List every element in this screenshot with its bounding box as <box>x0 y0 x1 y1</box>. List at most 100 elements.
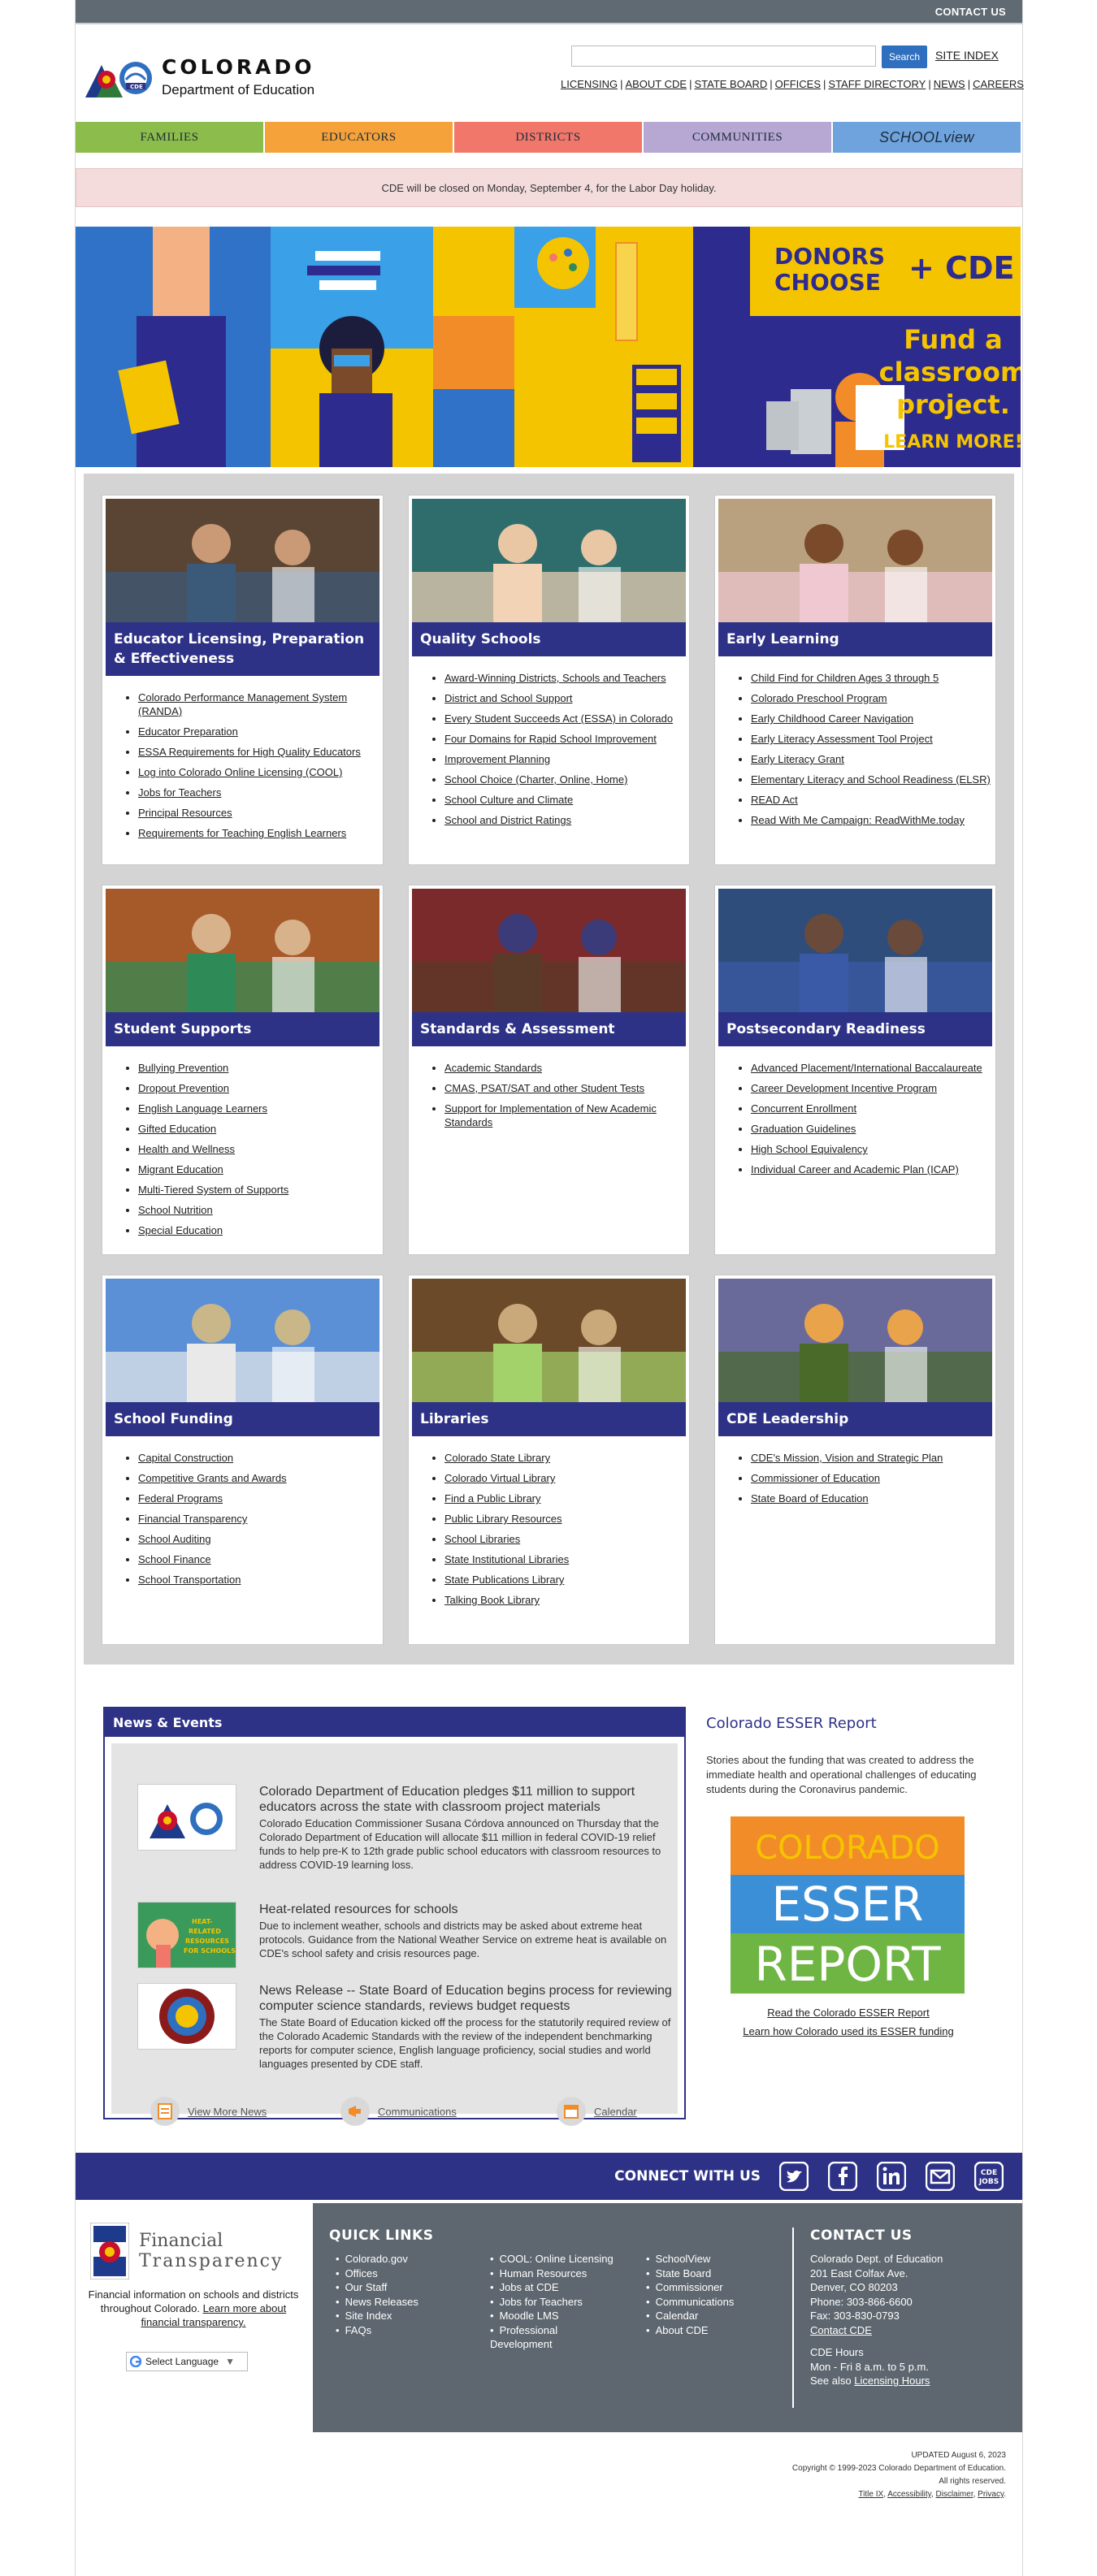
card-link[interactable]: Child Find for Children Ages 3 through 5 <box>751 672 939 684</box>
quick-link[interactable]: Offices <box>336 2266 418 2281</box>
contact-cde-link[interactable]: Contact CDE <box>810 2323 943 2338</box>
quick-link[interactable]: Calendar <box>646 2309 734 2323</box>
privacy-link[interactable]: Privacy <box>978 2490 1004 2499</box>
card-title[interactable]: Student Supports <box>106 1012 379 1046</box>
card-link[interactable]: District and School Support <box>444 692 573 704</box>
card-link[interactable]: Financial Transparency <box>138 1513 247 1525</box>
util-link-careers[interactable]: CAREERS <box>973 78 1024 90</box>
card-link[interactable]: School Transportation <box>138 1574 241 1586</box>
card-photo[interactable] <box>106 889 379 1012</box>
card-title[interactable]: Educator Licensing, Preparation & Effect… <box>106 622 379 676</box>
quick-link[interactable]: Jobs at CDE <box>490 2280 620 2295</box>
card-link[interactable]: Dropout Prevention <box>138 1082 229 1094</box>
card-link[interactable]: READ Act <box>751 794 798 806</box>
card-link[interactable]: Concurrent Enrollment <box>751 1102 856 1115</box>
util-link-staff-directory[interactable]: STAFF DIRECTORY <box>828 78 926 90</box>
card-link[interactable]: School and District Ratings <box>444 814 571 826</box>
twitter-icon[interactable] <box>778 2161 809 2192</box>
card-link[interactable]: Four Domains for Rapid School Improvemen… <box>444 733 657 745</box>
card-photo[interactable] <box>412 889 686 1012</box>
card-link[interactable]: Every Student Succeeds Act (ESSA) in Col… <box>444 712 673 725</box>
card-link[interactable]: Federal Programs <box>138 1492 223 1504</box>
card-link[interactable]: CMAS, PSAT/SAT and other Student Tests <box>444 1082 644 1094</box>
card-link[interactable]: Principal Resources <box>138 807 232 819</box>
news-title[interactable]: News Release -- State Board of Education… <box>259 1983 682 2014</box>
communications-label[interactable]: Communications <box>378 2106 457 2118</box>
financial-transparency-logo[interactable]: Financial Transparency <box>90 2223 283 2279</box>
card-link[interactable]: Bullying Prevention <box>138 1062 228 1074</box>
util-link-state-board[interactable]: STATE BOARD <box>694 78 767 90</box>
calendar-link[interactable]: Calendar <box>557 2097 637 2126</box>
card-link[interactable]: Gifted Education <box>138 1123 216 1135</box>
card-link[interactable]: Requirements for Teaching English Learne… <box>138 827 346 839</box>
card-link[interactable]: Support for Implementation of New Academ… <box>444 1102 657 1128</box>
card-title[interactable]: School Funding <box>106 1402 379 1436</box>
util-link-about[interactable]: ABOUT CDE <box>625 78 687 90</box>
card-link[interactable]: CDE's Mission, Vision and Strategic Plan <box>751 1452 943 1464</box>
card-title[interactable]: CDE Leadership <box>718 1402 992 1436</box>
quick-link[interactable]: FAQs <box>336 2323 418 2338</box>
card-title[interactable]: Quality Schools <box>412 622 686 656</box>
card-link[interactable]: Academic Standards <box>444 1062 542 1074</box>
view-more-news-link[interactable]: View More News <box>150 2097 267 2126</box>
util-link-offices[interactable]: OFFICES <box>775 78 821 90</box>
news-item[interactable]: News Release -- State Board of Education… <box>137 1983 682 2071</box>
quick-link[interactable]: News Releases <box>336 2295 418 2310</box>
card-link[interactable]: Early Childhood Career Navigation <box>751 712 913 725</box>
card-link[interactable]: School Libraries <box>444 1533 520 1545</box>
card-link[interactable]: Talking Book Library <box>444 1594 540 1606</box>
card-link[interactable]: Public Library Resources <box>444 1513 562 1525</box>
card-photo[interactable] <box>412 499 686 622</box>
nav-schoolview[interactable]: SCHOOLview <box>833 122 1022 153</box>
card-title[interactable]: Early Learning <box>718 622 992 656</box>
card-link[interactable]: Competitive Grants and Awards <box>138 1472 287 1484</box>
search-input[interactable] <box>571 45 876 67</box>
card-link[interactable]: School Finance <box>138 1553 211 1565</box>
cde-logo[interactable]: CDE COLORADO Department of Education <box>85 50 315 102</box>
nav-educators[interactable]: EDUCATORS <box>265 122 454 153</box>
card-link[interactable]: English Language Learners <box>138 1102 267 1115</box>
card-photo[interactable] <box>106 499 379 622</box>
accessibility-link[interactable]: Accessibility <box>887 2490 931 2499</box>
contact-us-link[interactable]: CONTACT US <box>935 6 1006 18</box>
card-link[interactable]: Migrant Education <box>138 1163 223 1175</box>
card-photo[interactable] <box>412 1279 686 1402</box>
quick-link[interactable]: Our Staff <box>336 2280 418 2295</box>
quick-link[interactable]: Colorado.gov <box>336 2252 418 2266</box>
card-link[interactable]: Educator Preparation <box>138 725 238 738</box>
news-title[interactable]: Colorado Department of Education pledges… <box>259 1784 682 1815</box>
quick-link[interactable]: Professional Development <box>490 2323 620 2352</box>
card-title[interactable]: Standards & Assessment <box>412 1012 686 1046</box>
card-link[interactable]: State Publications Library <box>444 1574 564 1586</box>
nav-communities[interactable]: COMMUNITIES <box>644 122 833 153</box>
email-icon[interactable] <box>925 2161 956 2192</box>
quick-link[interactable]: Human Resources <box>490 2266 620 2281</box>
news-item[interactable]: HEAT- RELATED RESOURCES FOR SCHOOLS Heat-re… <box>137 1902 682 1968</box>
news-item[interactable]: Colorado Department of Education pledges… <box>137 1784 682 1872</box>
quick-link[interactable]: Communications <box>646 2295 735 2310</box>
card-link[interactable]: Log into Colorado Online Licensing (COOL… <box>138 766 342 778</box>
quick-link[interactable]: About CDE <box>646 2323 734 2338</box>
card-link[interactable]: Health and Wellness <box>138 1143 235 1155</box>
news-title[interactable]: Heat-related resources for schools <box>259 1902 682 1917</box>
card-link[interactable]: Graduation Guidelines <box>751 1123 856 1135</box>
calendar-label[interactable]: Calendar <box>594 2106 637 2118</box>
card-photo[interactable] <box>718 1279 992 1402</box>
card-link[interactable]: School Auditing <box>138 1533 211 1545</box>
card-link[interactable]: Individual Career and Academic Plan (ICA… <box>751 1163 959 1175</box>
nav-districts[interactable]: DISTRICTS <box>454 122 644 153</box>
util-link-licensing[interactable]: LICENSING <box>561 78 618 90</box>
card-title[interactable]: Libraries <box>412 1402 686 1436</box>
site-index-link[interactable]: SITE INDEX <box>935 49 999 62</box>
card-link[interactable]: Jobs for Teachers <box>138 786 221 799</box>
quick-link[interactable]: COOL: Online Licensing <box>490 2252 620 2266</box>
quick-link[interactable]: Moodle LMS <box>490 2309 620 2323</box>
communications-link[interactable]: Communications <box>340 2097 457 2126</box>
view-more-news-label[interactable]: View More News <box>188 2106 267 2118</box>
esser-report-image[interactable]: COLORADO ESSER REPORT <box>731 1816 965 1994</box>
util-link-news[interactable]: NEWS <box>934 78 965 90</box>
quick-link[interactable]: State Board <box>646 2266 734 2281</box>
card-title[interactable]: Postsecondary Readiness <box>718 1012 992 1046</box>
card-link[interactable]: Early Literacy Grant <box>751 753 844 765</box>
card-link[interactable]: Read With Me Campaign: ReadWithMe.today <box>751 814 965 826</box>
